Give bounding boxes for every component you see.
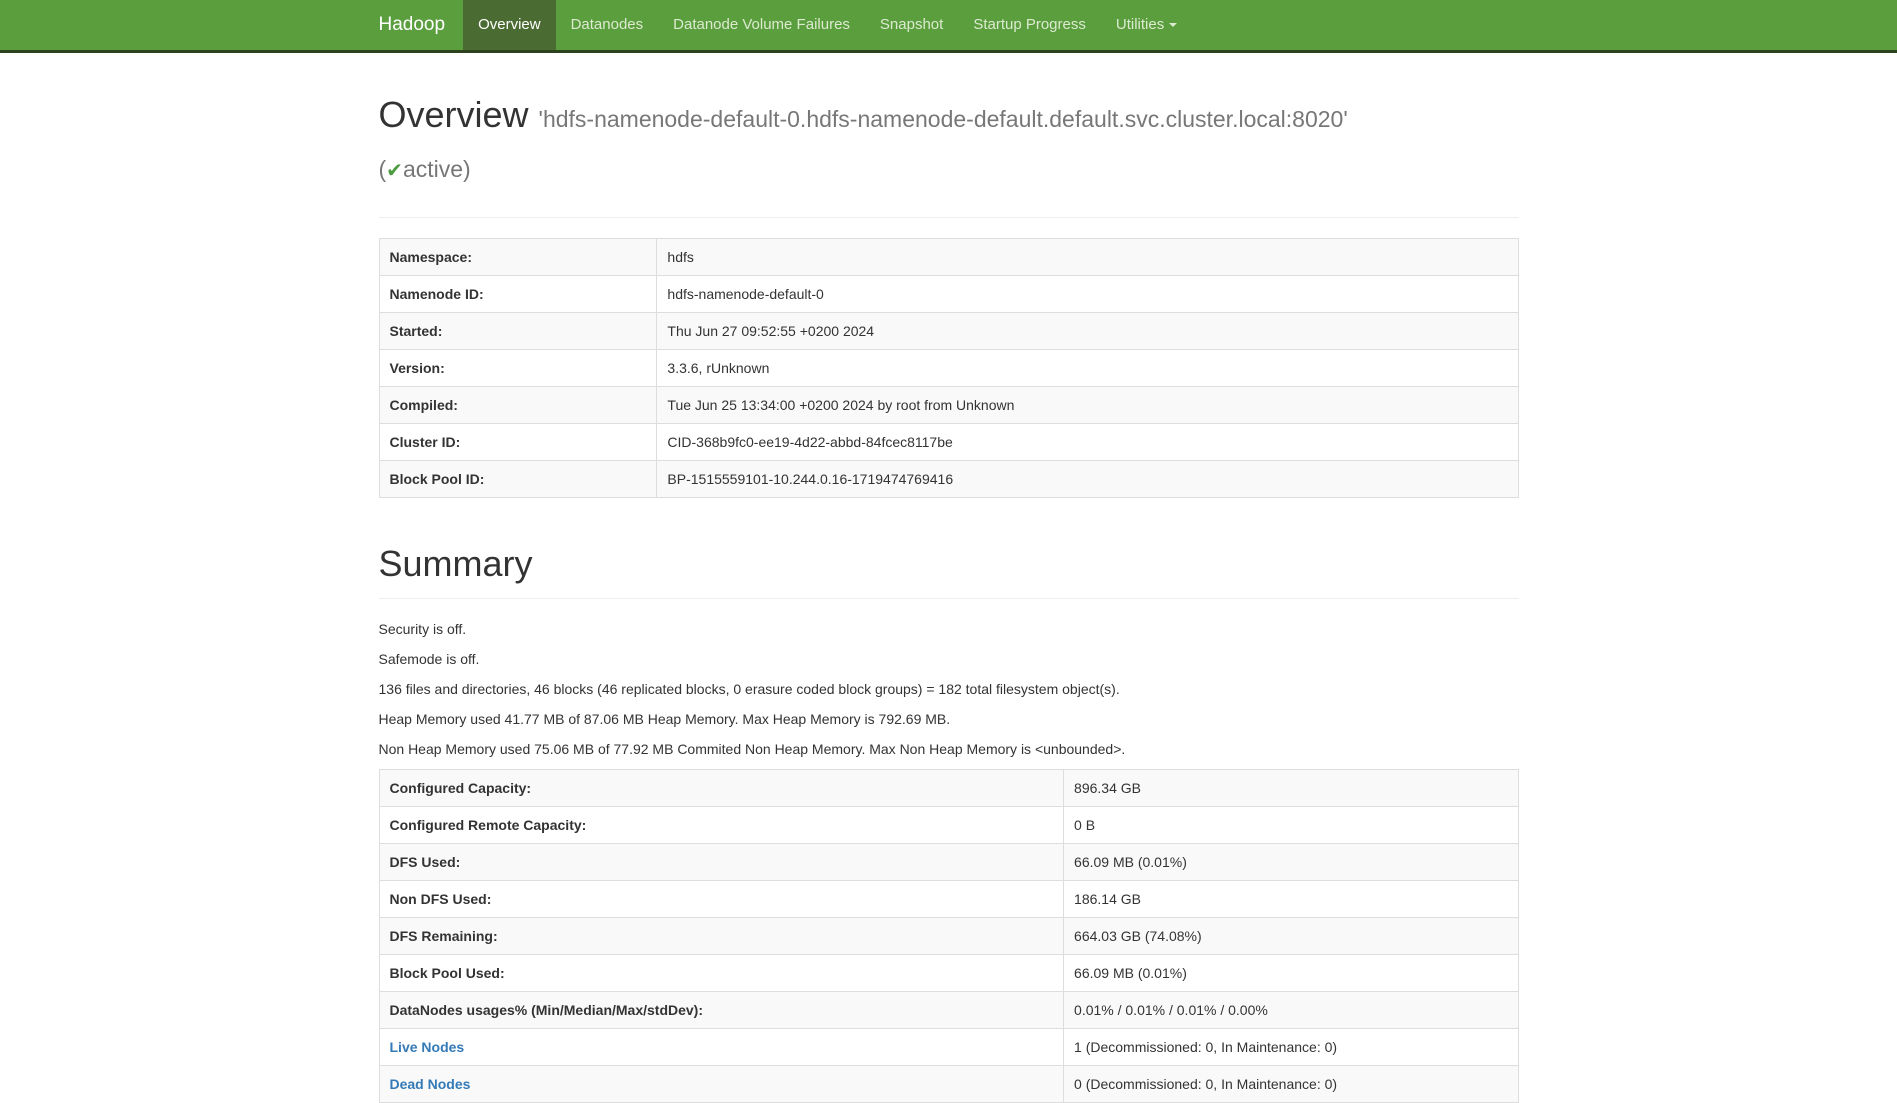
summary-text: Security is off. Safemode is off. 136 fi…: [379, 619, 1519, 759]
row-label: Namenode ID:: [379, 276, 657, 313]
row-value: Thu Jun 27 09:52:55 +0200 2024: [657, 313, 1518, 350]
row-label: DataNodes usages% (Min/Median/Max/stdDev…: [379, 992, 1064, 1029]
row-label: Configured Capacity:: [379, 770, 1064, 807]
summary-title: Summary: [379, 538, 1519, 589]
table-row: DFS Used: 66.09 MB (0.01%): [379, 844, 1518, 881]
table-row: Started: Thu Jun 27 09:52:55 +0200 2024: [379, 313, 1518, 350]
row-value: CID-368b9fc0-ee19-4d22-abbd-84fcec8117be: [657, 424, 1518, 461]
non-heap-memory: Non Heap Memory used 75.06 MB of 77.92 M…: [379, 739, 1519, 759]
row-value: 66.09 MB (0.01%): [1064, 955, 1518, 992]
row-value: 664.03 GB (74.08%): [1064, 918, 1518, 955]
row-label: Non DFS Used:: [379, 881, 1064, 918]
nav-item-datanode-volume-failures: Datanode Volume Failures: [658, 0, 865, 50]
table-row: DFS Remaining: 664.03 GB (74.08%): [379, 918, 1518, 955]
table-row: Dead Nodes 0 (Decommissioned: 0, In Main…: [379, 1066, 1518, 1103]
nav-label: Startup Progress: [973, 16, 1086, 33]
table-row: Live Nodes 1 (Decommissioned: 0, In Main…: [379, 1029, 1518, 1066]
main-content: Overview 'hdfs-namenode-default-0.hdfs-n…: [364, 89, 1534, 1103]
row-value: 896.34 GB: [1064, 770, 1518, 807]
row-label: Compiled:: [379, 387, 657, 424]
row-label: DFS Used:: [379, 844, 1064, 881]
row-value: 0 B: [1064, 807, 1518, 844]
check-icon: ✔: [386, 160, 403, 182]
heap-memory: Heap Memory used 41.77 MB of 87.06 MB He…: [379, 709, 1519, 729]
table-row: Namespace: hdfs: [379, 239, 1518, 276]
page-title: Overview 'hdfs-namenode-default-0.hdfs-n…: [379, 89, 1519, 188]
table-row: Configured Capacity: 896.34 GB: [379, 770, 1518, 807]
nav-label: Snapshot: [880, 16, 943, 33]
nav-item-startup-progress: Startup Progress: [958, 0, 1101, 50]
row-label: Configured Remote Capacity:: [379, 807, 1064, 844]
row-value: 0.01% / 0.01% / 0.01% / 0.00%: [1064, 992, 1518, 1029]
security-status: Security is off.: [379, 619, 1519, 639]
row-value: Tue Jun 25 13:34:00 +0200 2024 by root f…: [657, 387, 1518, 424]
safemode-status: Safemode is off.: [379, 649, 1519, 669]
row-label: Version:: [379, 350, 657, 387]
row-label: Dead Nodes: [379, 1066, 1064, 1103]
row-label: Namespace:: [379, 239, 657, 276]
nav-label: Overview: [478, 16, 541, 33]
row-value: BP-1515559101-10.244.0.16-1719474769416: [657, 461, 1518, 498]
nav-item-overview: Overview: [463, 0, 556, 50]
row-value: 186.14 GB: [1064, 881, 1518, 918]
namenode-status: (✔active): [379, 153, 1519, 188]
nav-item-datanodes: Datanodes: [556, 0, 659, 50]
row-label: Block Pool ID:: [379, 461, 657, 498]
table-row: Compiled: Tue Jun 25 13:34:00 +0200 2024…: [379, 387, 1518, 424]
table-row: Block Pool ID: BP-1515559101-10.244.0.16…: [379, 461, 1518, 498]
navbar: Hadoop Overview Datanodes Datanode Volum…: [0, 0, 1897, 53]
nav-label: Datanode Volume Failures: [673, 16, 850, 33]
row-value: 66.09 MB (0.01%): [1064, 844, 1518, 881]
table-row: DataNodes usages% (Min/Median/Max/stdDev…: [379, 992, 1518, 1029]
overview-info-table: Namespace: hdfs Namenode ID: hdfs-nameno…: [379, 238, 1519, 498]
navbar-brand[interactable]: Hadoop: [379, 0, 464, 50]
live-nodes-link[interactable]: Live Nodes: [390, 1039, 465, 1055]
table-row: Configured Remote Capacity: 0 B: [379, 807, 1518, 844]
row-value: 1 (Decommissioned: 0, In Maintenance: 0): [1064, 1029, 1518, 1066]
row-value: 0 (Decommissioned: 0, In Maintenance: 0): [1064, 1066, 1518, 1103]
table-row: Non DFS Used: 186.14 GB: [379, 881, 1518, 918]
page-title-text: Overview: [379, 94, 529, 135]
table-row: Block Pool Used: 66.09 MB (0.01%): [379, 955, 1518, 992]
row-label: Live Nodes: [379, 1029, 1064, 1066]
namenode-address: 'hdfs-namenode-default-0.hdfs-namenode-d…: [539, 106, 1348, 132]
row-value: 3.3.6, rUnknown: [657, 350, 1518, 387]
nav-item-utilities-dropdown: Utilities: [1101, 0, 1192, 50]
row-label: Cluster ID:: [379, 424, 657, 461]
table-row: Namenode ID: hdfs-namenode-default-0: [379, 276, 1518, 313]
row-value: hdfs-namenode-default-0: [657, 276, 1518, 313]
nav-label: Datanodes: [571, 16, 644, 33]
dead-nodes-link[interactable]: Dead Nodes: [390, 1076, 471, 1092]
overview-header: Overview 'hdfs-namenode-default-0.hdfs-n…: [379, 89, 1519, 218]
summary-header: Summary: [379, 538, 1519, 599]
row-label: Block Pool Used:: [379, 955, 1064, 992]
navbar-menu: Overview Datanodes Datanode Volume Failu…: [463, 0, 1192, 50]
summary-table: Configured Capacity: 896.34 GB Configure…: [379, 769, 1519, 1103]
row-label: DFS Remaining:: [379, 918, 1064, 955]
status-text: active: [403, 156, 463, 182]
table-row: Cluster ID: CID-368b9fc0-ee19-4d22-abbd-…: [379, 424, 1518, 461]
row-label: Started:: [379, 313, 657, 350]
chevron-down-icon: [1169, 23, 1177, 27]
nav-label: Utilities: [1116, 16, 1164, 33]
table-row: Version: 3.3.6, rUnknown: [379, 350, 1518, 387]
filesystem-objects: 136 files and directories, 46 blocks (46…: [379, 679, 1519, 699]
nav-item-snapshot: Snapshot: [865, 0, 958, 50]
row-value: hdfs: [657, 239, 1518, 276]
